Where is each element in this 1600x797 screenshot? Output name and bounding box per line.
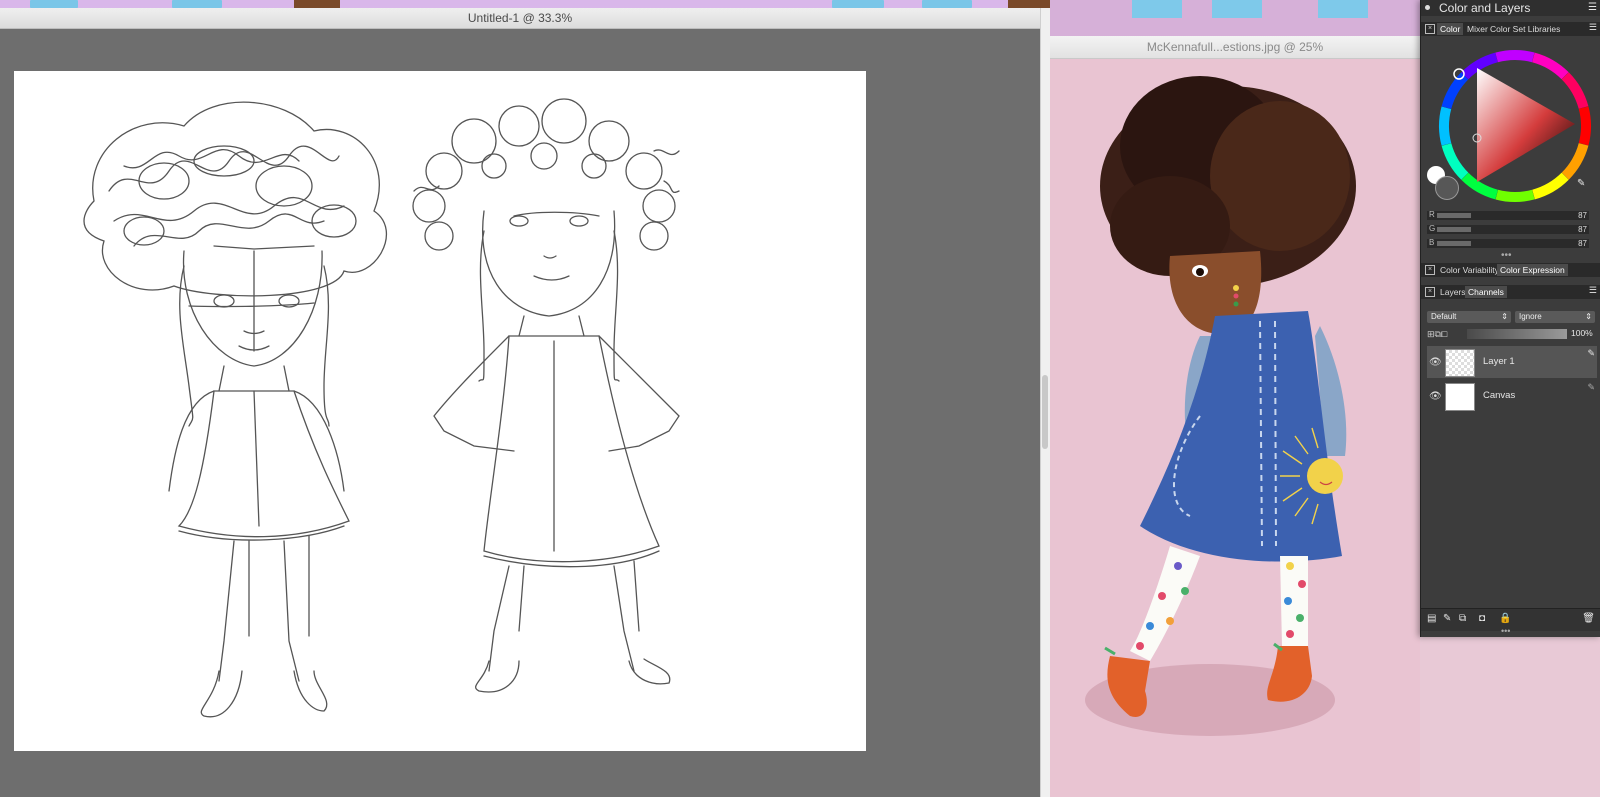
blend-mode-dropdown[interactable]: Default ⇕ — [1427, 311, 1511, 323]
blue-value[interactable]: 87 — [1578, 239, 1587, 248]
layer-row-canvas[interactable]: 👁 Canvas ✎ — [1427, 380, 1597, 412]
panel-menu-icon[interactable]: ☰ — [1588, 0, 1597, 16]
tab-stub[interactable] — [1212, 0, 1262, 18]
close-icon[interactable]: × — [1425, 265, 1435, 275]
color-wheel[interactable] — [1435, 46, 1595, 206]
mask-icon[interactable]: ◘ — [1479, 613, 1485, 624]
tab-stub[interactable] — [1318, 0, 1368, 18]
reference-image-window — [1050, 36, 1420, 797]
close-icon[interactable]: × — [1425, 287, 1435, 297]
tab-menu-icon[interactable]: ☰ — [1589, 285, 1597, 296]
hair-scribble-2 — [412, 98, 680, 251]
panel-title: Color and Layers — [1439, 1, 1531, 15]
close-icon[interactable]: × — [1425, 24, 1435, 34]
scroll-thumb[interactable] — [1042, 375, 1048, 449]
lock-icon[interactable]: 🔒 — [1499, 613, 1511, 624]
chevron-updown-icon: ⇕ — [1585, 312, 1592, 321]
blue-slider[interactable]: B 87 — [1427, 238, 1589, 248]
opacity-slider[interactable] — [1467, 329, 1567, 339]
window-title[interactable]: McKennafull...estions.jpg @ 25% — [1050, 36, 1420, 59]
layer-row-layer-1[interactable]: 👁 Layer 1 ✎ — [1427, 346, 1597, 378]
face-outline — [182, 250, 323, 367]
new-layer-icon[interactable]: ▤ — [1427, 613, 1436, 624]
layers-tab-row: × Layers Channels ☰ — [1421, 285, 1600, 299]
composite-dropdown[interactable]: Ignore ⇕ — [1515, 311, 1595, 323]
tab-color[interactable]: Color — [1437, 23, 1464, 35]
pen-icon: ✎ — [1587, 382, 1595, 392]
sketch-drawing — [83, 98, 680, 718]
right-top-strip — [1050, 0, 1420, 36]
layer-name: Canvas — [1483, 390, 1516, 401]
red-slider[interactable]: R 87 — [1427, 210, 1589, 220]
close-dot-icon[interactable] — [1425, 5, 1430, 10]
layer-toolbar: ▤ ✎ ⧉ ◘ 🔒 🗑 — [1421, 608, 1600, 631]
window-title[interactable]: Untitled-1 @ 33.3% — [0, 8, 1040, 29]
reference-illustration — [1050, 36, 1420, 797]
sketch-canvas[interactable] — [14, 71, 866, 751]
green-slider[interactable]: G 87 — [1427, 224, 1589, 234]
variability-tab-row: × Color Variability Color Expression — [1421, 263, 1600, 277]
tab-stub[interactable] — [172, 0, 222, 8]
opacity-value[interactable]: 100% — [1571, 328, 1593, 338]
new-vector-layer-icon[interactable]: ✎ — [1443, 613, 1451, 624]
green-label: G — [1429, 224, 1436, 233]
green-value[interactable]: 87 — [1578, 225, 1587, 234]
blend-mode-value: Default — [1431, 312, 1457, 321]
more-dots-icon[interactable]: ••• — [1501, 626, 1510, 636]
tab-color-variability[interactable]: Color Variability — [1437, 264, 1502, 276]
tab-stub[interactable] — [1132, 0, 1182, 18]
eye-icon[interactable]: 👁 — [1429, 391, 1442, 402]
eyedropper-icon[interactable]: ✎ — [1577, 178, 1585, 189]
panel-header[interactable]: Color and Layers ☰ — [1421, 0, 1600, 16]
tab-channels[interactable]: Channels — [1465, 286, 1507, 298]
composite-value: Ignore — [1519, 312, 1542, 321]
tab-color-set-libraries[interactable]: Color Set Libraries — [1487, 23, 1563, 35]
tab-stub[interactable] — [922, 0, 972, 8]
tab-layers[interactable]: Layers — [1437, 286, 1469, 298]
sketch-document-window: Untitled-1 @ 33.3% — [0, 8, 1040, 797]
tab-menu-icon[interactable]: ☰ — [1589, 22, 1597, 33]
sub-color-swatch[interactable] — [1435, 176, 1459, 200]
red-value[interactable]: 87 — [1578, 211, 1587, 220]
chevron-updown-icon: ⇕ — [1501, 312, 1508, 321]
eye-icon[interactable]: 👁 — [1429, 357, 1442, 368]
layer-thumbnail — [1445, 383, 1475, 411]
layer-lock-icons[interactable]: ⊞⧉⧠ — [1427, 329, 1467, 339]
layer-thumbnail — [1445, 349, 1475, 377]
blue-label: B — [1429, 238, 1435, 247]
tab-stub[interactable] — [832, 0, 884, 8]
tab-color-expression[interactable]: Color Expression — [1497, 264, 1568, 276]
tab-stub[interactable] — [30, 0, 78, 8]
dress-outline — [177, 390, 350, 538]
trash-icon[interactable]: 🗑 — [1582, 613, 1595, 624]
color-and-layers-panel: Color and Layers ☰ × Color Mixer Color S… — [1420, 0, 1600, 637]
red-label: R — [1429, 210, 1435, 219]
more-dots-icon[interactable]: ••• — [1501, 250, 1512, 261]
hair-scribble-1 — [83, 101, 387, 297]
new-folder-icon[interactable]: ⧉ — [1459, 613, 1466, 624]
layer-name: Layer 1 — [1483, 356, 1515, 367]
color-tab-row: × Color Mixer Color Set Libraries ☰ — [1421, 22, 1600, 36]
pen-icon: ✎ — [1587, 348, 1595, 358]
